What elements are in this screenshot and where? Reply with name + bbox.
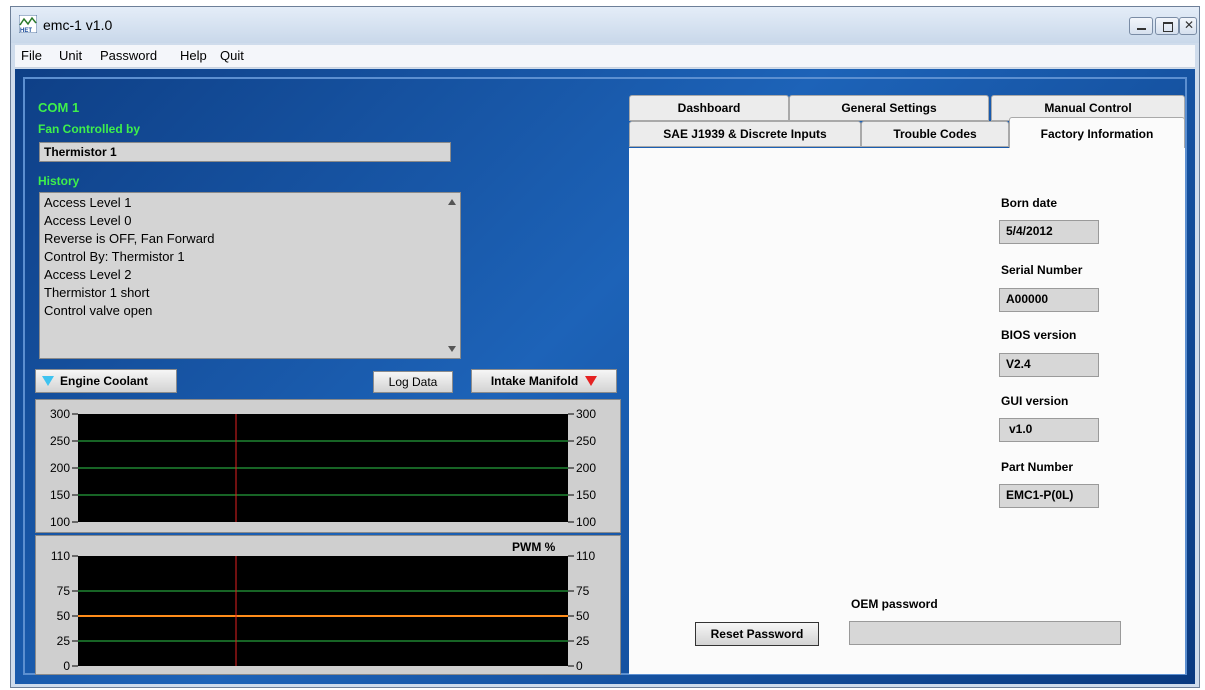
close-button[interactable]: ✕ (1179, 17, 1197, 35)
tab-label: Trouble Codes (893, 127, 977, 141)
gui-version-label: GUI version (1001, 394, 1069, 408)
tab-label: Dashboard (677, 101, 741, 115)
y-tick-label: 300 (576, 407, 596, 421)
reset-password-label: Reset Password (710, 627, 804, 641)
y-tick-label: 250 (576, 434, 596, 448)
y-tick-label: 200 (576, 461, 596, 475)
list-item: Reverse is OFF, Fan Forward (44, 231, 215, 246)
fan-controlled-value: Thermistor 1 (39, 142, 451, 162)
temperature-chart-svg: 300 300 250 250 200 200 150 150 100 100 (50, 407, 596, 529)
y-tick-label: 50 (57, 609, 71, 623)
triangle-down-icon (585, 376, 598, 386)
born-date-field: 5/4/2012 (999, 220, 1099, 244)
y-tick-label: 200 (50, 461, 70, 475)
fan-controlled-label: Fan Controlled by (38, 122, 140, 136)
y-tick-label: 25 (576, 634, 590, 648)
history-label: History (38, 174, 80, 188)
title-bar: HET emc-1 v1.0 ✕ (11, 7, 1199, 43)
tab-label: Factory Information (1040, 126, 1154, 141)
y-tick-label: 150 (576, 488, 596, 502)
y-tick-label: 300 (50, 407, 70, 421)
maximize-button[interactable] (1155, 17, 1179, 35)
intake-manifold-label: Intake Manifold (490, 374, 579, 388)
engine-coolant-label: Engine Coolant (60, 374, 148, 388)
serial-number-field: A00000 (999, 288, 1099, 312)
oem-password-field[interactable] (849, 621, 1121, 645)
list-item: Access Level 0 (44, 213, 132, 228)
scroll-up-icon[interactable] (448, 199, 456, 205)
y-tick-label: 75 (576, 584, 590, 598)
tab-label: General Settings (841, 101, 937, 115)
pwm-chart-title: PWM % (512, 540, 556, 554)
tab-label: Manual Control (1044, 101, 1132, 115)
y-tick-label: 110 (576, 549, 595, 563)
tab-factory-information[interactable]: Factory Information (1009, 117, 1185, 149)
temperature-chart: 300 300 250 250 200 200 150 150 100 100 (35, 399, 621, 533)
close-icon: ✕ (1184, 18, 1195, 32)
intake-manifold-button[interactable]: Intake Manifold (471, 369, 617, 393)
y-tick-label: 50 (576, 609, 590, 623)
app-logo-icon: HET (19, 15, 37, 33)
y-tick-label: 100 (576, 515, 596, 529)
app-window: HET emc-1 v1.0 ✕ File Unit Password Help… (10, 6, 1200, 688)
scroll-down-icon[interactable] (448, 346, 456, 352)
menu-unit[interactable]: Unit (59, 48, 82, 63)
menu-bar: File Unit Password Help Quit (15, 45, 1195, 68)
bios-version-label: BIOS version (1001, 328, 1077, 342)
gui-version-field: v1.0 (999, 418, 1099, 442)
menu-password[interactable]: Password (100, 48, 157, 63)
com-port-label: COM 1 (38, 100, 80, 115)
plot-area (78, 556, 568, 666)
list-item: Access Level 2 (44, 267, 132, 282)
tab-general-settings[interactable]: General Settings (789, 95, 989, 121)
factory-information-panel: Born date 5/4/2012 Serial Number A00000 … (629, 148, 1185, 674)
tab-label: SAE J1939 & Discrete Inputs (663, 127, 827, 141)
serial-number-label: Serial Number (1001, 263, 1083, 277)
tab-trouble-codes[interactable]: Trouble Codes (861, 121, 1009, 147)
main-client-area: COM 1 Fan Controlled by Thermistor 1 His… (15, 69, 1195, 684)
y-tick-label: 150 (50, 488, 70, 502)
y-tick-label: 100 (50, 515, 70, 529)
log-data-label: Log Data (388, 375, 438, 389)
menu-quit[interactable]: Quit (220, 48, 244, 63)
part-number-label: Part Number (1001, 460, 1074, 474)
part-number-field: EMC1-P(0L) (999, 484, 1099, 508)
svg-text:HET: HET (20, 28, 32, 33)
engine-coolant-button[interactable]: Engine Coolant (35, 369, 177, 393)
list-item: Control valve open (44, 303, 153, 318)
tab-dashboard[interactable]: Dashboard (629, 95, 789, 121)
pwm-chart-svg: 110 110 75 75 50 50 25 25 0 0 (51, 549, 596, 673)
list-item: Access Level 1 (44, 195, 132, 210)
menu-help[interactable]: Help (180, 48, 207, 63)
y-tick-label: 0 (63, 659, 70, 673)
minimize-button[interactable] (1129, 17, 1153, 35)
y-tick-label: 250 (50, 434, 70, 448)
window-title: emc-1 v1.0 (43, 17, 113, 33)
y-tick-label: 75 (57, 584, 71, 598)
log-data-button[interactable]: Log Data (373, 371, 453, 393)
list-item: Thermistor 1 short (44, 285, 150, 300)
triangle-down-icon (42, 376, 54, 386)
bios-version-field: V2.4 (999, 353, 1099, 377)
history-list[interactable]: Access Level 1 Access Level 0 Reverse is… (39, 192, 461, 359)
born-date-label: Born date (1001, 196, 1058, 210)
y-tick-label: 25 (57, 634, 71, 648)
pwm-chart: 110 110 75 75 50 50 25 25 0 0 PWM % (35, 535, 621, 675)
reset-password-button[interactable]: Reset Password (695, 622, 819, 646)
menu-file[interactable]: File (21, 48, 42, 63)
list-item: Control By: Thermistor 1 (44, 249, 185, 264)
y-tick-label: 110 (51, 549, 70, 563)
y-tick-label: 0 (576, 659, 583, 673)
tab-sae-j1939[interactable]: SAE J1939 & Discrete Inputs (629, 121, 861, 147)
oem-password-label: OEM password (851, 597, 938, 611)
